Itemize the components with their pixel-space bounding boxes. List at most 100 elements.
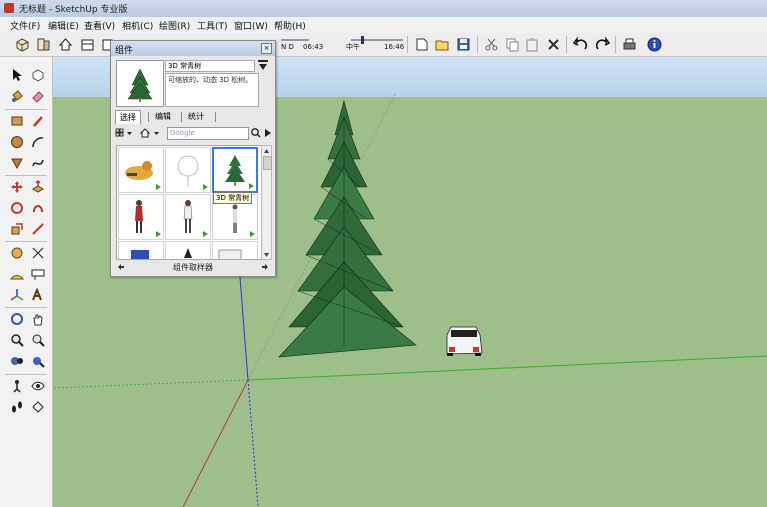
- tab-select[interactable]: 选择: [115, 110, 141, 124]
- pan-tool-button[interactable]: [29, 310, 47, 328]
- menu-window[interactable]: 窗口(W): [234, 19, 268, 32]
- title-bar: 无标题 - SketchUp 专业版: [0, 0, 767, 18]
- home-view-button[interactable]: [57, 36, 74, 53]
- orbit-tool-button[interactable]: [8, 310, 26, 328]
- scale-tool-button[interactable]: [8, 220, 26, 238]
- axes-tool-button[interactable]: [8, 286, 26, 304]
- component-name-field[interactable]: 3D 常青树: [165, 60, 255, 72]
- component-thumbnail[interactable]: [212, 241, 258, 259]
- search-input[interactable]: Google: [167, 127, 249, 140]
- scroll-up-icon[interactable]: [263, 147, 270, 153]
- redo-button[interactable]: [594, 36, 611, 53]
- printer-icon: [623, 38, 636, 50]
- eraser-button[interactable]: [29, 87, 47, 105]
- front-view-button[interactable]: [35, 36, 52, 53]
- paint-bucket-button[interactable]: [8, 87, 26, 105]
- move-tool-button[interactable]: [8, 178, 26, 196]
- make-component-button[interactable]: [29, 66, 47, 84]
- follow-me-button[interactable]: [29, 199, 47, 217]
- scroll-thumb[interactable]: [263, 156, 272, 170]
- menu-camera[interactable]: 相机(C): [122, 19, 153, 32]
- panel-title-bar[interactable]: 组件 ×: [111, 41, 275, 56]
- menu-edit[interactable]: 编辑(E): [48, 19, 79, 32]
- zoom-window-button[interactable]: [29, 331, 47, 349]
- open-button[interactable]: [434, 36, 451, 53]
- select-tool-button[interactable]: [8, 66, 26, 84]
- shadow-time-end: 16:46: [384, 43, 405, 51]
- paste-button[interactable]: [524, 36, 541, 53]
- menu-draw[interactable]: 绘图(R): [159, 19, 190, 32]
- tab-statistics[interactable]: 统计: [184, 110, 208, 123]
- push-pull-icon: [32, 180, 44, 193]
- zoom-tool-button[interactable]: [8, 331, 26, 349]
- evergreen-tree-model[interactable]: [278, 99, 417, 358]
- dimension-tool-button[interactable]: [29, 244, 47, 262]
- menu-file[interactable]: 文件(F): [10, 19, 40, 32]
- section-plane-button[interactable]: [29, 398, 47, 416]
- component-thumbnail[interactable]: [118, 194, 164, 240]
- paint-bucket-icon: [12, 90, 23, 102]
- line-tool-button[interactable]: [29, 112, 47, 130]
- component-thumbnail[interactable]: [165, 241, 211, 259]
- offset-tool-button[interactable]: [29, 220, 47, 238]
- view-options-button[interactable]: [115, 127, 135, 139]
- model-info-button[interactable]: [646, 36, 663, 53]
- menu-help[interactable]: 帮助(H): [274, 19, 306, 32]
- component-icon: [32, 69, 44, 82]
- component-thumbnail[interactable]: [165, 147, 211, 193]
- text-tool-button[interactable]: [29, 265, 47, 283]
- component-thumbnail[interactable]: [118, 147, 164, 193]
- iso-view-button[interactable]: [14, 36, 31, 53]
- car-model[interactable]: [446, 326, 483, 356]
- date-slider[interactable]: [281, 39, 309, 41]
- new-button[interactable]: [413, 36, 430, 53]
- close-icon[interactable]: ×: [261, 43, 272, 54]
- circle-tool-button[interactable]: [8, 133, 26, 151]
- component-tooltip: 3D 常青树: [213, 192, 253, 204]
- cut-button[interactable]: [483, 36, 500, 53]
- grid-scrollbar[interactable]: [261, 145, 272, 260]
- blue-axis-line: [239, 276, 249, 381]
- menu-tools[interactable]: 工具(T): [197, 19, 228, 32]
- previous-view-button[interactable]: [8, 352, 26, 370]
- position-camera-button[interactable]: [8, 377, 26, 395]
- details-button[interactable]: [258, 60, 268, 72]
- menu-view[interactable]: 查看(V): [84, 19, 115, 32]
- shadow-settings: N D 06:43 中午 16:46: [281, 36, 407, 54]
- arc-tool-button[interactable]: [29, 133, 47, 151]
- protractor-button[interactable]: [8, 265, 26, 283]
- search-button[interactable]: [250, 127, 261, 139]
- tab-edit[interactable]: 编辑: [151, 110, 175, 123]
- polygon-tool-button[interactable]: [8, 154, 26, 172]
- component-thumbnail-selected[interactable]: [212, 147, 258, 193]
- time-slider[interactable]: [351, 39, 403, 41]
- look-around-button[interactable]: [29, 377, 47, 395]
- eye-icon: [31, 381, 45, 391]
- shadow-time-start: 06:43: [303, 43, 324, 51]
- zoom-extents-button[interactable]: [29, 352, 47, 370]
- navigate-forward-button[interactable]: [263, 127, 273, 139]
- rotate-tool-button[interactable]: [8, 199, 26, 217]
- tape-measure-button[interactable]: [8, 244, 26, 262]
- component-thumbnail[interactable]: [165, 194, 211, 240]
- scroll-down-icon[interactable]: [263, 251, 270, 257]
- undo-button[interactable]: [572, 36, 589, 53]
- component-thumbnail[interactable]: [118, 241, 164, 259]
- rectangle-tool-button[interactable]: [8, 112, 26, 130]
- time-slider-thumb[interactable]: [361, 36, 364, 44]
- forward-icon[interactable]: [261, 263, 269, 271]
- push-pull-button[interactable]: [29, 178, 47, 196]
- toolbar-separator: [566, 36, 567, 53]
- freehand-tool-button[interactable]: [29, 154, 47, 172]
- 3d-text-button[interactable]: [29, 286, 47, 304]
- right-view-button[interactable]: [79, 36, 96, 53]
- component-description-field[interactable]: 可缩放的、动态 3D 松树。: [165, 73, 259, 107]
- home-collection-button[interactable]: [139, 127, 163, 139]
- erase-button[interactable]: [545, 36, 562, 53]
- house-icon: [58, 38, 73, 51]
- walk-tool-button[interactable]: [8, 398, 26, 416]
- copy-button[interactable]: [504, 36, 521, 53]
- toolbar-separator: [615, 36, 616, 53]
- save-button[interactable]: [455, 36, 472, 53]
- print-button[interactable]: [621, 36, 638, 53]
